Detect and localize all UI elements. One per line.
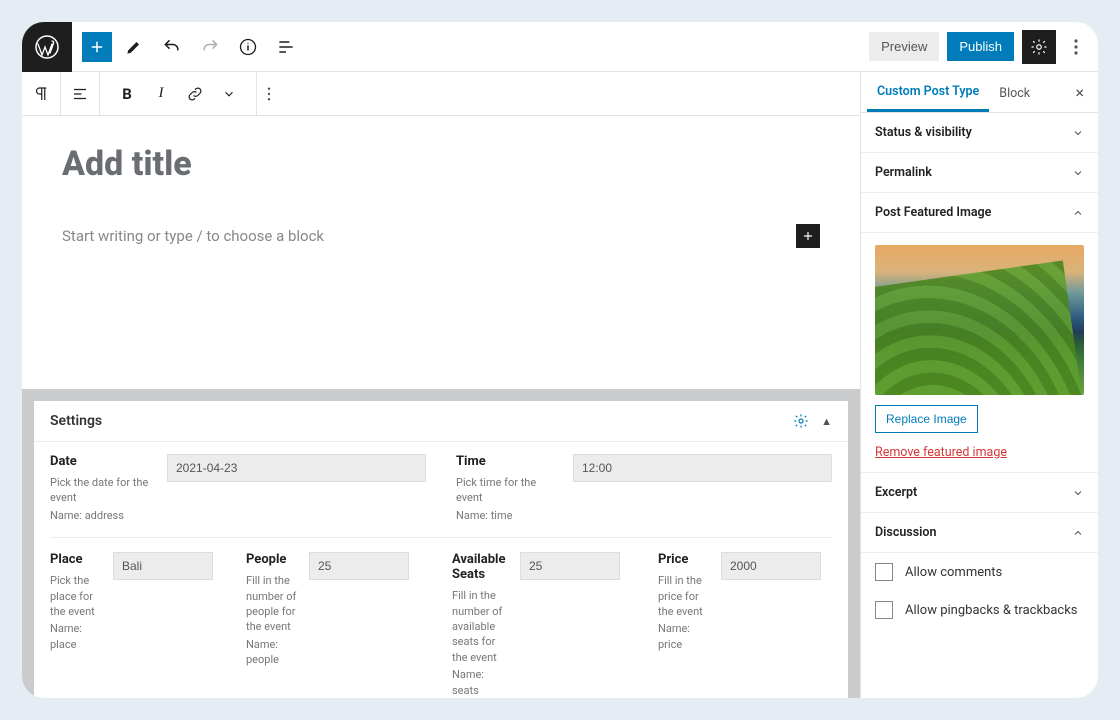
bold-icon[interactable]: B: [110, 77, 144, 111]
link-icon[interactable]: [178, 77, 212, 111]
metabox-collapse-icon[interactable]: ▲: [821, 415, 832, 428]
more-format-icon[interactable]: [257, 72, 281, 116]
preview-button[interactable]: Preview: [869, 32, 939, 61]
chevron-down-icon: [1072, 167, 1084, 179]
chevron-down-icon[interactable]: [212, 77, 246, 111]
seats-help: Fill in the number of available seats fo…: [452, 588, 512, 665]
panel-discussion-label: Discussion: [875, 525, 936, 540]
more-menu-icon[interactable]: [1064, 30, 1088, 64]
replace-image-button[interactable]: Replace Image: [875, 405, 978, 433]
tab-custom-post-type[interactable]: Custom Post Type: [867, 72, 989, 112]
place-help: Pick the place for the event: [50, 573, 105, 619]
allow-pingbacks-label: Allow pingbacks & trackbacks: [905, 603, 1078, 618]
place-name: Name: place: [50, 621, 105, 652]
redo-icon[interactable]: [194, 31, 226, 63]
paragraph-icon[interactable]: [22, 72, 61, 116]
time-label: Time: [456, 454, 561, 469]
close-sidebar-icon[interactable]: ×: [1067, 83, 1092, 102]
panel-featured-image[interactable]: Post Featured Image: [861, 193, 1098, 233]
publish-button[interactable]: Publish: [947, 32, 1014, 61]
panel-discussion[interactable]: Discussion: [861, 513, 1098, 553]
price-help: Fill in the price for the event: [658, 573, 713, 619]
place-input[interactable]: [113, 552, 213, 580]
date-input[interactable]: [167, 454, 426, 482]
panel-status-label: Status & visibility: [875, 125, 972, 140]
panel-excerpt[interactable]: Excerpt: [861, 473, 1098, 513]
place-label: Place: [50, 552, 105, 567]
tab-block[interactable]: Block: [989, 74, 1040, 111]
seats-label: Available Seats: [452, 552, 512, 582]
wordpress-logo[interactable]: [22, 22, 72, 72]
add-block-button[interactable]: [82, 32, 112, 62]
panel-permalink[interactable]: Permalink: [861, 153, 1098, 193]
people-input[interactable]: [309, 552, 409, 580]
metabox-title: Settings: [50, 413, 102, 429]
price-label: Price: [658, 552, 713, 567]
writing-prompt[interactable]: Start writing or type / to choose a bloc…: [62, 227, 324, 245]
inline-add-block-button[interactable]: [796, 224, 820, 248]
panel-status[interactable]: Status & visibility: [861, 113, 1098, 153]
remove-featured-image-link[interactable]: Remove featured image: [875, 445, 1007, 460]
panel-featured-label: Post Featured Image: [875, 205, 991, 220]
panel-excerpt-label: Excerpt: [875, 485, 917, 500]
allow-comments-label: Allow comments: [905, 565, 1002, 580]
people-label: People: [246, 552, 301, 567]
post-title-input[interactable]: Add title: [62, 144, 820, 184]
featured-image-preview[interactable]: [875, 245, 1084, 395]
date-help: Pick the date for the event: [50, 475, 150, 506]
price-input[interactable]: [721, 552, 821, 580]
seats-input[interactable]: [520, 552, 620, 580]
allow-pingbacks-checkbox[interactable]: [875, 601, 893, 619]
chevron-down-icon: [1072, 487, 1084, 499]
allow-comments-checkbox[interactable]: [875, 563, 893, 581]
settings-button[interactable]: [1022, 30, 1056, 64]
edit-icon[interactable]: [118, 31, 150, 63]
metabox-gear-icon[interactable]: [793, 413, 809, 429]
date-label: Date: [50, 454, 155, 469]
info-icon[interactable]: [232, 31, 264, 63]
time-name: Name: time: [456, 508, 556, 523]
time-input[interactable]: [573, 454, 832, 482]
undo-icon[interactable]: [156, 31, 188, 63]
chevron-up-icon: [1072, 527, 1084, 539]
people-name: Name: people: [246, 637, 301, 668]
date-name: Name: address: [50, 508, 150, 523]
people-help: Fill in the number of people for the eve…: [246, 573, 301, 635]
time-help: Pick time for the event: [456, 475, 556, 506]
outline-icon[interactable]: [270, 31, 302, 63]
seats-name: Name: seats: [452, 667, 512, 698]
chevron-down-icon: [1072, 127, 1084, 139]
align-icon[interactable]: [61, 72, 100, 116]
chevron-up-icon: [1072, 207, 1084, 219]
italic-icon[interactable]: I: [144, 77, 178, 111]
price-name: Name: price: [658, 621, 713, 652]
panel-permalink-label: Permalink: [875, 165, 932, 180]
